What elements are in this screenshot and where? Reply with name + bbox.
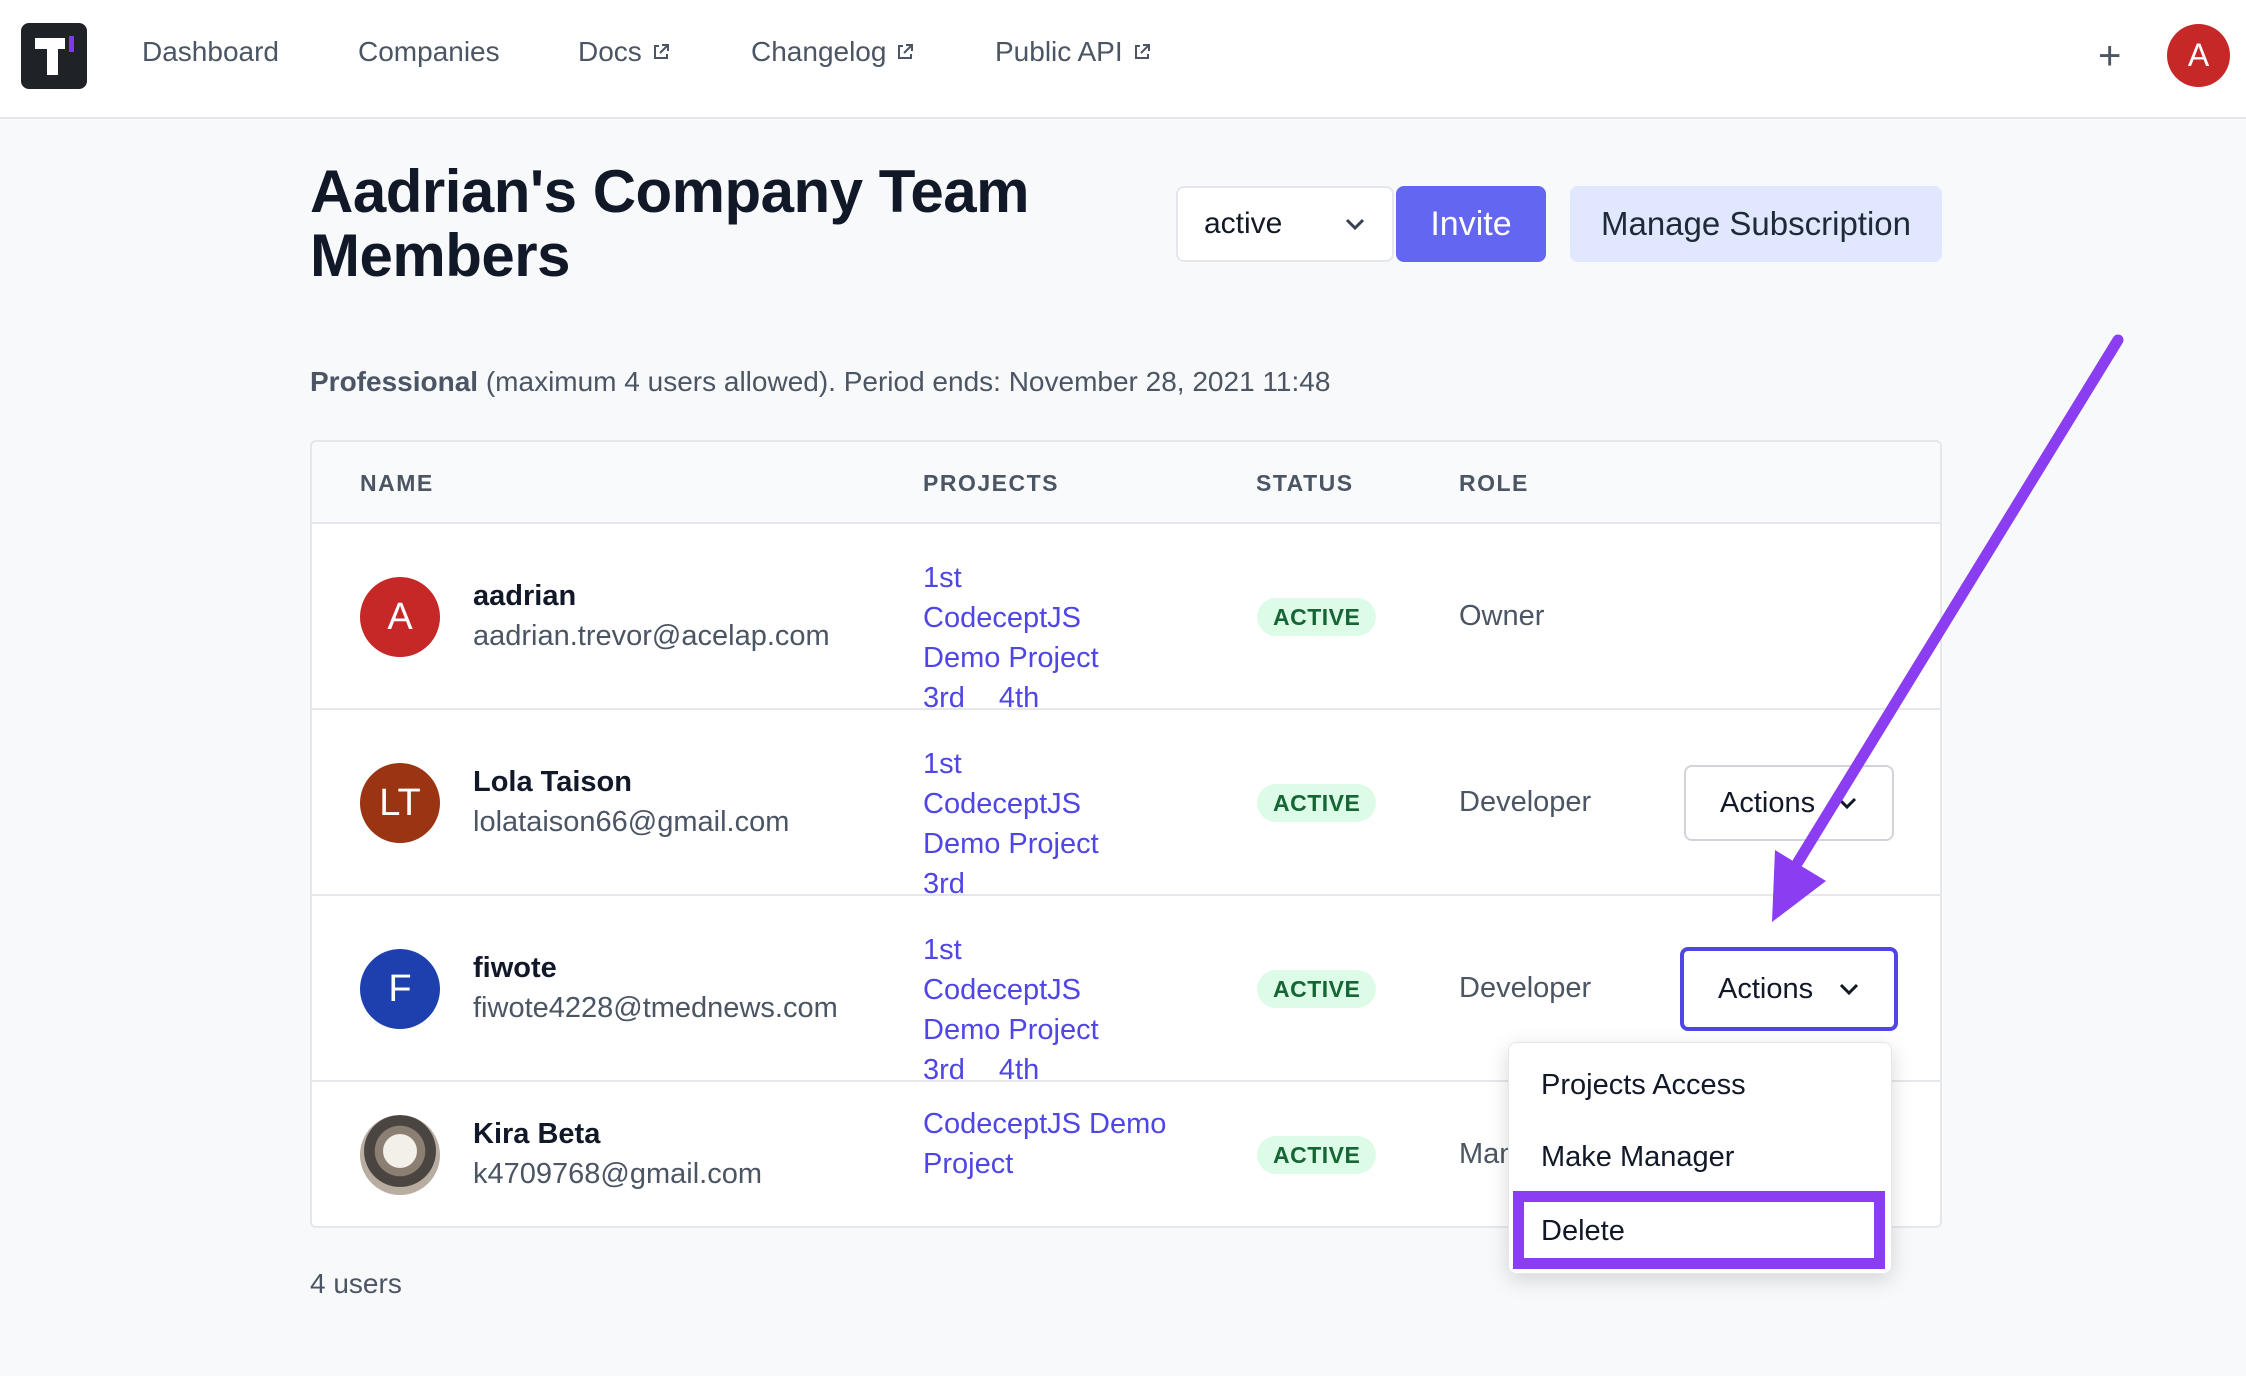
member-projects: 1stCodeceptJS Demo Project 3rd 4th — [923, 558, 1163, 718]
manage-subscription-button[interactable]: Manage Subscription — [1570, 186, 1942, 262]
table-header: NAME PROJECTS STATUS ROLE — [312, 442, 1940, 524]
avatar: F — [360, 949, 440, 1029]
project-link[interactable]: Demo Project — [923, 824, 1099, 864]
member-email: lolataison66@gmail.com — [473, 806, 790, 838]
invite-button[interactable]: Invite — [1396, 186, 1546, 262]
user-avatar[interactable]: A — [2167, 24, 2230, 87]
member-email: aadrian.trevor@acelap.com — [473, 620, 830, 652]
nav-docs[interactable]: Docs — [578, 36, 670, 68]
menu-item-make-manager[interactable]: Make Manager — [1541, 1141, 1734, 1174]
status-badge: ACTIVE — [1257, 970, 1377, 1008]
project-link[interactable]: 1st — [923, 930, 962, 970]
member-name: aadrian — [473, 580, 577, 612]
nav-companies[interactable]: Companies — [358, 36, 500, 68]
nav-dashboard[interactable]: Dashboard — [142, 36, 279, 68]
logo-icon[interactable] — [21, 23, 87, 89]
project-link[interactable]: Demo Project — [923, 638, 1099, 678]
avatar: A — [360, 577, 440, 657]
table-row: LT Lola Taison lolataison66@gmail.com 1s… — [312, 710, 1940, 900]
plan-info: Professional (maximum 4 users allowed). … — [310, 366, 1330, 398]
member-name: Kira Beta — [473, 1118, 601, 1150]
avatar: LT — [360, 763, 440, 843]
project-link[interactable]: 1st — [923, 558, 962, 598]
column-header-status: STATUS — [1256, 470, 1354, 496]
chevron-down-icon — [1345, 218, 1365, 231]
member-role: Developer — [1459, 786, 1592, 818]
actions-button[interactable]: Actions — [1684, 765, 1894, 841]
external-link-icon — [898, 44, 914, 59]
member-name: Lola Taison — [473, 766, 632, 798]
status-badge: ACTIVE — [1257, 598, 1377, 636]
status-filter-select[interactable]: active — [1176, 186, 1394, 262]
member-role: Owner — [1459, 600, 1545, 632]
project-link[interactable]: CodeceptJS Demo — [923, 1104, 1166, 1144]
actions-button-open[interactable]: Actions — [1680, 947, 1898, 1031]
status-badge: ACTIVE — [1257, 1136, 1377, 1174]
member-role: Developer — [1459, 972, 1592, 1004]
menu-item-projects-access[interactable]: Projects Access — [1541, 1069, 1746, 1102]
nav-changelog[interactable]: Changelog — [751, 36, 914, 68]
column-header-name: NAME — [360, 470, 434, 496]
table-row: A aadrian aadrian.trevor@acelap.com 1stC… — [312, 524, 1940, 714]
member-projects: 1stCodeceptJS Demo Project 3rd 4th — [923, 930, 1163, 1090]
project-link[interactable]: CodeceptJS — [923, 784, 1081, 824]
project-link[interactable]: Project — [923, 1144, 1013, 1184]
member-name: fiwote — [473, 952, 557, 984]
external-link-icon — [1134, 44, 1150, 59]
member-email: fiwote4228@tmednews.com — [473, 992, 838, 1024]
top-navbar: Dashboard Companies Docs Changelog Publi… — [0, 0, 2246, 119]
member-projects: 1stCodeceptJS Demo Project 3rd — [923, 744, 1163, 904]
project-link[interactable]: 1st — [923, 744, 962, 784]
status-badge: ACTIVE — [1257, 784, 1377, 822]
chevron-down-icon — [1839, 983, 1859, 996]
plus-icon[interactable]: + — [2098, 33, 2121, 79]
project-link[interactable]: CodeceptJS — [923, 598, 1081, 638]
actions-dropdown-menu: Projects Access Make Manager Delete — [1508, 1042, 1892, 1274]
page-title: Aadrian's Company Team Members — [310, 158, 1030, 289]
project-link[interactable]: Demo Project — [923, 1010, 1099, 1050]
nav-public-api[interactable]: Public API — [995, 36, 1151, 68]
member-projects: CodeceptJS Demo Project — [923, 1104, 1183, 1184]
column-header-projects: PROJECTS — [923, 470, 1059, 496]
user-count: 4 users — [310, 1268, 402, 1299]
member-role: Man — [1459, 1138, 1516, 1170]
menu-item-delete[interactable]: Delete — [1513, 1191, 1885, 1269]
plan-details: (maximum 4 users allowed). Period ends: … — [485, 366, 1331, 397]
external-link-icon — [653, 44, 669, 59]
column-header-role: ROLE — [1459, 470, 1529, 496]
member-email: k4709768@gmail.com — [473, 1158, 762, 1190]
project-link[interactable]: CodeceptJS — [923, 970, 1081, 1010]
chevron-down-icon — [1837, 797, 1857, 810]
plan-name: Professional — [310, 366, 479, 397]
avatar — [360, 1115, 440, 1195]
